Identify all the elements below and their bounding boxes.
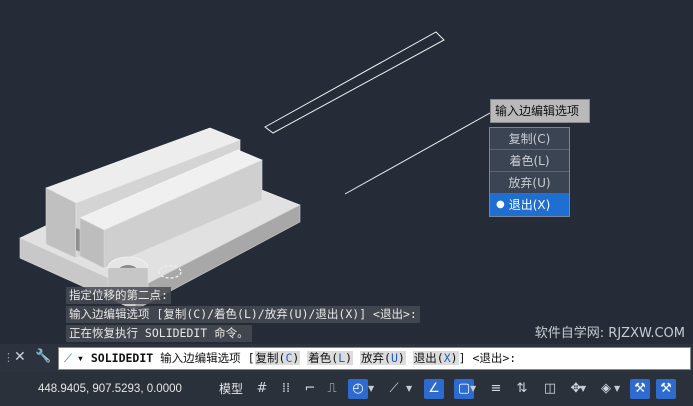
annotation-visibility-icon[interactable]: ⚒ [630, 379, 650, 399]
grid-icon[interactable]: # [252, 379, 272, 399]
edge-edit-options-menu: 复制(C) 着色(L) 放弃(U) ● 退出(X) [489, 127, 570, 217]
menu-item-copy[interactable]: 复制(C) [490, 128, 569, 150]
option-exit[interactable]: 退出(X) [412, 351, 459, 365]
chevron-down-icon[interactable]: ▼ [406, 379, 412, 399]
menu-item-color[interactable]: 着色(L) [490, 150, 569, 172]
polar-tracking-icon[interactable]: ◴ [348, 379, 368, 399]
snap-icon[interactable]: ⁞⁞ [276, 379, 296, 399]
bracket-open: [ [247, 351, 255, 365]
chevron-down-icon[interactable]: ▼ [580, 379, 586, 399]
menu-item-exit-label: 退出(X) [508, 198, 551, 212]
transparency-icon[interactable]: ◫ [540, 379, 560, 399]
selection-cycling-icon[interactable]: ⇅ [512, 379, 532, 399]
menu-item-undo[interactable]: 放弃(U) [490, 172, 569, 194]
isodraft-icon[interactable]: ⟋ [384, 379, 404, 399]
option-undo[interactable]: 放弃(U) [360, 351, 406, 365]
dynamic-ucs-icon[interactable]: ⎍ [322, 379, 342, 399]
edge-edit-options-title: 输入边编辑选项 [490, 99, 590, 123]
moved-edge-wireframe [264, 31, 445, 134]
object-snap-tracking-icon[interactable]: ∠ [424, 379, 444, 399]
rubber-band-line [344, 112, 491, 195]
menu-item-exit[interactable]: ● 退出(X) [490, 194, 569, 216]
option-copy[interactable]: 复制(C) [254, 351, 301, 365]
coordinate-readout[interactable]: 448.9405, 907.5293, 0.0000 [38, 378, 182, 400]
lineweight-icon[interactable]: ≡ [486, 379, 506, 399]
chevron-down-icon[interactable]: ▼ [614, 379, 620, 399]
command-history-line: 指定位移的第二点: [66, 287, 171, 304]
model-space-button[interactable]: 模型 [219, 378, 243, 400]
annotation-scale-icon[interactable]: ⚒ [656, 379, 676, 399]
chevron-down-icon[interactable]: ▼ [368, 379, 374, 399]
bracket-close: ] [458, 351, 466, 365]
status-bar: 448.9405, 907.5293, 0.0000 模型 # ⁞⁞ ⌐ ⎍ ◴ ⟋ ∠ ▢ ≡… [0, 372, 693, 406]
option-color[interactable]: 着色(L) [307, 351, 354, 365]
command-line-bar: ⋮ ✕ 🔧 ⟋ ▾ SOLIDEDIT 输入边编辑选项 [复制(C) 着色(L) … [0, 344, 693, 372]
command-name: SOLIDEDIT [90, 351, 154, 365]
command-tool-icon: ⟋ [63, 351, 73, 365]
wrench-icon[interactable]: 🔧 [35, 349, 51, 364]
recent-commands-caret-icon[interactable]: ▾ [77, 351, 84, 365]
watermark: 软件自学网: RJZXW.COM [534, 326, 685, 341]
command-history-line: 正在恢复执行 SOLIDEDIT 命令。 [66, 325, 252, 342]
command-prompt: 输入边编辑选项 [160, 351, 241, 365]
selected-bullet-icon: ● [496, 199, 505, 210]
grip-icon[interactable]: ⋮ [3, 351, 14, 364]
chevron-down-icon[interactable]: ▼ [470, 379, 476, 399]
command-history-line: 输入边编辑选项 [复制(C)/着色(L)/放弃(U)/退出(X)] <退出>: [66, 306, 420, 323]
infer-icon[interactable]: ⌐ [300, 379, 320, 399]
command-input[interactable]: ⟋ ▾ SOLIDEDIT 输入边编辑选项 [复制(C) 着色(L) 放弃(U) … [58, 347, 691, 370]
close-icon[interactable]: ✕ [14, 349, 26, 365]
3d-object-snap-icon[interactable]: ◈ [596, 379, 616, 399]
default-option: <退出>: [472, 351, 517, 365]
command-line-controls: ⋮ ✕ 🔧 [0, 344, 58, 372]
drawing-viewport[interactable]: 输入边编辑选项 复制(C) 着色(L) 放弃(U) ● 退出(X) 指定位移的第二… [0, 0, 693, 344]
